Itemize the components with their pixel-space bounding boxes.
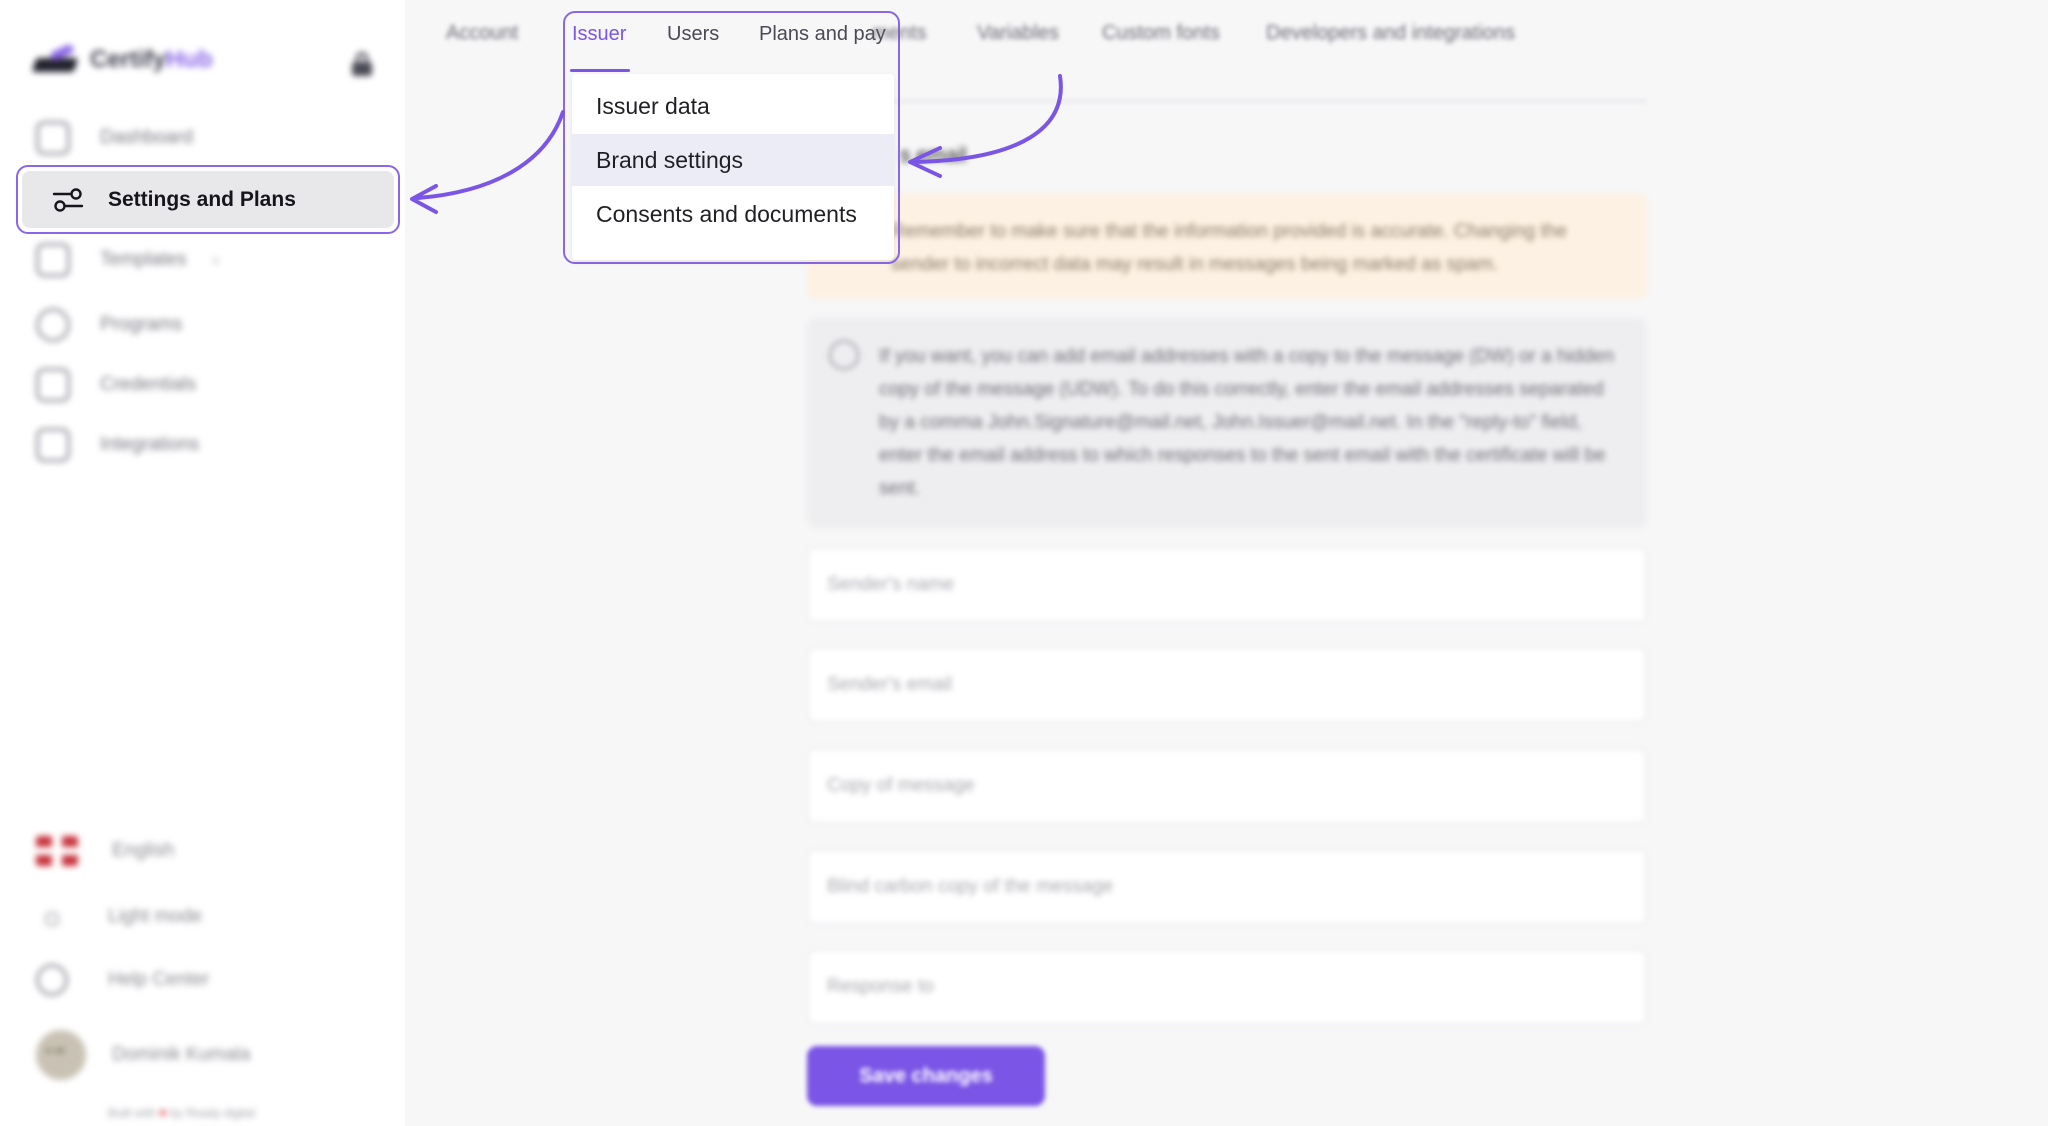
integrations-icon: [36, 428, 70, 462]
info-icon: [829, 340, 859, 370]
bcc-field[interactable]: Blind carbon copy of the message: [807, 849, 1647, 925]
avatar: [36, 1030, 86, 1080]
tab-issuer[interactable]: Issuer: [572, 23, 626, 46]
sidebar-item-integrations[interactable]: Integrations: [36, 425, 199, 465]
tab-developers[interactable]: Developers and integrations: [1266, 22, 1515, 45]
uk-flag-icon: [36, 836, 78, 866]
sidebar-item-templates[interactable]: Templates ›: [36, 240, 219, 280]
menu-item-consents[interactable]: Consents and documents: [572, 188, 894, 240]
heart-icon: ♥: [159, 1106, 167, 1120]
copy-field[interactable]: Copy of message: [807, 748, 1647, 824]
sidebar-item-credentials[interactable]: Credentials: [36, 365, 196, 405]
language-label: English: [112, 840, 175, 861]
logo-icon: [31, 43, 79, 76]
app-logo[interactable]: CertifyHub: [31, 43, 213, 76]
save-changes-button[interactable]: Save changes: [807, 1046, 1045, 1106]
warning-notice: Remember to make sure that the informati…: [807, 193, 1647, 299]
tab-variables[interactable]: Variables: [977, 22, 1059, 45]
menu-item-brand-settings[interactable]: Brand settings: [572, 134, 894, 186]
menu-item-issuer-data[interactable]: Issuer data: [572, 80, 894, 132]
user-icon: [36, 308, 70, 342]
sidebar-item-label: Programs: [100, 314, 183, 335]
info-text: If you want, you can add email addresses…: [879, 346, 1615, 499]
user-profile[interactable]: Dominik Kumala: [36, 1027, 250, 1083]
reply-to-field[interactable]: Response to: [807, 949, 1647, 1025]
help-center-link[interactable]: Help Center: [36, 960, 209, 1000]
section-title: s email: [900, 144, 967, 167]
tab-plans[interactable]: Plans and pay: [759, 23, 886, 46]
theme-toggle[interactable]: ☼ Light mode: [36, 897, 202, 937]
sliders-icon: [52, 187, 84, 212]
sidebar-item-label: Dashboard: [100, 127, 193, 148]
sender-email-field[interactable]: Sender's email: [807, 647, 1647, 723]
sidebar-item-label: Templates: [100, 249, 187, 270]
issuer-dropdown-highlight: Issuer Users Plans and pay Issuer data B…: [563, 11, 900, 264]
credential-icon: [36, 368, 70, 402]
sidebar-item-label: Settings and Plans: [108, 187, 296, 211]
help-icon: [36, 964, 68, 996]
theme-label: Light mode: [108, 906, 203, 927]
tab-plans-tail: ments: [872, 22, 927, 44]
lock-icon[interactable]: [352, 52, 372, 76]
issuer-submenu: Issuer data Brand settings Consents and …: [572, 74, 894, 260]
user-name: Dominik Kumala: [112, 1044, 251, 1065]
sidebar-item-label: Integrations: [100, 434, 200, 455]
help-label: Help Center: [108, 969, 210, 990]
logo-text: CertifyHub: [90, 46, 213, 73]
tab-divider: [810, 100, 1646, 102]
tab-custom-fonts[interactable]: Custom fonts: [1102, 22, 1220, 45]
sidebar-item-programs[interactable]: Programs: [36, 305, 182, 345]
sender-name-field[interactable]: Sender's name: [807, 547, 1647, 623]
template-icon: [36, 243, 70, 277]
language-selector[interactable]: English: [36, 831, 174, 871]
sidebar-item-settings-and-plans[interactable]: Settings and Plans: [16, 165, 400, 234]
sun-icon: ☼: [38, 900, 66, 933]
sidebar-item-dashboard[interactable]: Dashboard: [36, 118, 193, 158]
info-notice: If you want, you can add email addresses…: [807, 318, 1647, 528]
chevron-right-icon: ›: [212, 249, 219, 270]
home-icon: [36, 121, 70, 155]
active-tab-indicator: [570, 69, 630, 72]
tab-users[interactable]: Users: [667, 23, 719, 46]
sidebar: CertifyHub Dashboard Templates › Program…: [0, 0, 405, 1126]
tab-account[interactable]: Account: [446, 22, 518, 45]
built-with-footer: Built with ♥ by Ready digital: [108, 1106, 256, 1120]
sidebar-item-label: Credentials: [100, 374, 197, 395]
